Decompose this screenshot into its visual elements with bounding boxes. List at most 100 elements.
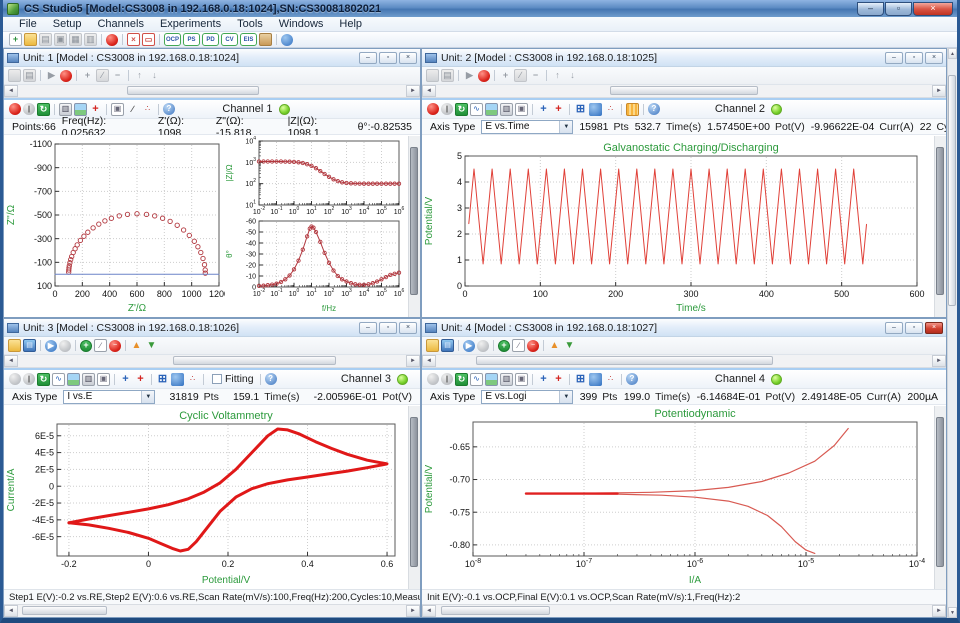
mdi-vertical-scrollbar[interactable]: ▲ ▼ (947, 48, 957, 618)
annotation-icon[interactable] (589, 103, 602, 116)
unit4-bottom-scrollbar[interactable]: ◄ ► (422, 604, 946, 617)
unit4-titlebar[interactable]: Unit: 4 [Model : CS3008 in 192.168.0.18:… (422, 319, 946, 337)
scroll-left-arrow-icon[interactable]: ◄ (422, 85, 436, 97)
help-icon[interactable]: ? (648, 103, 660, 115)
menu-setup[interactable]: Setup (45, 18, 90, 30)
unit3-restore-button[interactable]: ▫ (379, 322, 397, 334)
minimize-button[interactable]: – (857, 2, 884, 16)
remove-step-icon[interactable]: − (111, 69, 124, 82)
scroll-thumb[interactable] (127, 86, 259, 95)
bode-phase-plot[interactable]: 10-210-11001011021031041051060-10-20-30-… (225, 218, 407, 314)
scroll-left-arrow-icon[interactable]: ◄ (4, 355, 18, 367)
annotation-icon[interactable] (589, 373, 602, 386)
stop-plot-icon[interactable] (9, 373, 21, 385)
scroll-thumb[interactable] (948, 75, 956, 305)
scroll-right-arrow-icon[interactable]: ► (932, 355, 946, 367)
save-image-icon[interactable] (485, 373, 498, 386)
move-up-icon[interactable]: ▲ (130, 339, 143, 352)
unit1-titlebar[interactable]: Unit: 1 [Model : CS3008 in 192.168.0.18:… (4, 49, 420, 67)
print-plot-icon[interactable]: ▥ (500, 103, 513, 116)
unit3-vertical-scrollbar[interactable] (408, 406, 420, 589)
ocp-experiment-icon[interactable]: OCP (164, 33, 181, 46)
point-style-icon[interactable]: ∴ (186, 373, 199, 386)
move-up-icon[interactable]: ↑ (133, 69, 146, 82)
crosshair-icon[interactable]: + (552, 373, 565, 386)
pause-plot-icon[interactable]: ∥ (23, 103, 35, 115)
menu-tools[interactable]: Tools (229, 18, 271, 30)
scroll-right-arrow-icon[interactable]: ► (406, 85, 420, 97)
axis-type-select[interactable]: I vs.E▼ (63, 390, 155, 404)
add-step-icon[interactable]: + (80, 340, 92, 352)
scroll-up-arrow-icon[interactable]: ▲ (948, 48, 957, 59)
ps-experiment-icon[interactable]: PS (183, 33, 200, 46)
crosshair-icon[interactable]: + (134, 373, 147, 386)
web-icon[interactable] (281, 34, 293, 46)
menu-experiments[interactable]: Experiments (152, 18, 229, 30)
scroll-left-arrow-icon[interactable]: ◄ (422, 355, 436, 367)
scroll-right-arrow-icon[interactable]: ► (406, 605, 420, 617)
help-icon[interactable]: ? (163, 103, 175, 115)
edit-step-icon[interactable]: ∕ (512, 339, 525, 352)
add-step-icon[interactable]: + (498, 340, 510, 352)
scroll-right-arrow-icon[interactable]: ► (932, 85, 946, 97)
open-data-icon[interactable] (426, 339, 439, 352)
unit1-close-button[interactable]: × (399, 52, 417, 64)
move-down-icon[interactable]: ▼ (563, 339, 576, 352)
add-step-icon[interactable]: + (81, 69, 94, 82)
copy-plot-icon[interactable]: ▣ (97, 373, 110, 386)
bode-impedance-plot[interactable]: 10-210-110010110210310410510610110210310… (225, 136, 407, 218)
unit3-close-button[interactable]: × (399, 322, 417, 334)
gcd-chart[interactable]: 0100200300400500600012345Galvanostatic C… (423, 136, 931, 317)
unit3-horizontal-scrollbar[interactable]: ◄ ► (4, 355, 420, 368)
move-up-icon[interactable]: ↑ (551, 69, 564, 82)
scroll-thumb[interactable] (173, 356, 336, 365)
close-button[interactable]: × (913, 2, 953, 16)
scroll-left-arrow-icon[interactable]: ◄ (4, 85, 18, 97)
start-experiment-icon[interactable]: ▶ (463, 69, 476, 82)
save-data-icon[interactable]: ▤ (23, 69, 36, 82)
start-experiment-icon[interactable]: ▶ (45, 69, 58, 82)
new-file-icon[interactable]: + (9, 33, 22, 46)
pause-plot-icon[interactable]: ∥ (23, 373, 35, 385)
stop-experiment-icon[interactable] (478, 70, 490, 82)
help-icon[interactable]: ? (265, 373, 277, 385)
cv-chart[interactable]: -0.200.20.40.66E-54E-52E-50-2E-5-4E-5-6E… (5, 406, 407, 589)
refresh-plot-icon[interactable]: ↻ (37, 103, 50, 116)
tafel-chart[interactable]: 10-810-710-610-510-4-0.65-0.70-0.75-0.80… (423, 406, 931, 589)
data-grid-icon[interactable]: ⊞ (574, 103, 587, 116)
stop-experiment-icon[interactable] (60, 70, 72, 82)
scroll-thumb[interactable] (936, 147, 944, 295)
menu-windows[interactable]: Windows (271, 18, 332, 30)
data-grid-icon[interactable]: ⊞ (574, 373, 587, 386)
scroll-thumb[interactable] (476, 356, 774, 365)
annotation-icon[interactable] (171, 373, 184, 386)
eis-experiment-icon[interactable]: EIS (240, 33, 257, 46)
print-plot-icon[interactable]: ▥ (500, 373, 513, 386)
move-up-icon[interactable]: ▲ (548, 339, 561, 352)
crosshair-icon[interactable]: + (552, 103, 565, 116)
chart-type-icon[interactable]: ∿ (52, 373, 65, 386)
copy-plot-icon[interactable]: ▣ (515, 373, 528, 386)
scroll-thumb[interactable] (410, 417, 418, 567)
unit4-minimize-button[interactable]: – (885, 322, 903, 334)
stop-experiment-icon[interactable] (59, 340, 71, 352)
refresh-plot-icon[interactable]: ↻ (455, 373, 468, 386)
fitting-checkbox[interactable] (212, 374, 222, 384)
start-experiment-icon[interactable]: ▶ (45, 340, 57, 352)
nyquist-plot[interactable]: 020040060080010001200100-100-300-500-700… (5, 136, 225, 317)
save-image-icon[interactable] (67, 373, 80, 386)
point-style-icon[interactable]: ∴ (604, 373, 617, 386)
save-icon[interactable]: ▤ (39, 33, 52, 46)
save-data-icon[interactable]: ▤ (441, 339, 454, 352)
print-plot-icon[interactable]: ▥ (82, 373, 95, 386)
open-data-icon[interactable] (8, 69, 21, 82)
unit1-vertical-scrollbar[interactable] (408, 136, 420, 317)
scroll-thumb[interactable] (22, 606, 107, 615)
refresh-plot-icon[interactable]: ↻ (37, 373, 50, 386)
scroll-thumb[interactable] (441, 606, 550, 615)
axis-type-select[interactable]: E vs.Time▼ (481, 120, 573, 134)
scroll-right-arrow-icon[interactable]: ► (406, 355, 420, 367)
start-experiment-icon[interactable]: ▶ (463, 340, 475, 352)
save-data-icon[interactable]: ▤ (441, 69, 454, 82)
print-icon[interactable]: ▥ (84, 33, 97, 46)
